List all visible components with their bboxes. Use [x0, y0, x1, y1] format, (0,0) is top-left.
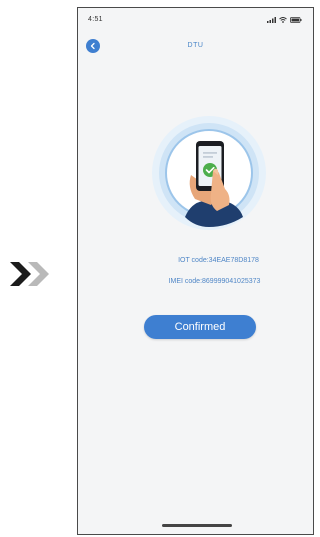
- signal-icon: [267, 17, 276, 23]
- forward-arrows-icon: [10, 262, 49, 286]
- status-icons: [267, 17, 302, 23]
- page-title: DTU: [187, 42, 204, 49]
- phone-confirmed-illustration: [152, 116, 266, 230]
- confirmed-button[interactable]: Confirmed: [144, 315, 256, 339]
- status-time: 4:51: [88, 16, 103, 23]
- imei-code-text: IMEI code:869999041025373: [168, 278, 261, 285]
- wifi-icon: [279, 17, 287, 23]
- battery-icon: [290, 17, 302, 23]
- status-bar: 4:51: [78, 8, 313, 34]
- home-indicator: [162, 524, 232, 527]
- iot-code-text: IOT code:34EAE78D8178: [178, 257, 259, 264]
- phone-frame: 4:51 DTU IOT code:34EAE78D8178 IMEI code…: [77, 7, 314, 535]
